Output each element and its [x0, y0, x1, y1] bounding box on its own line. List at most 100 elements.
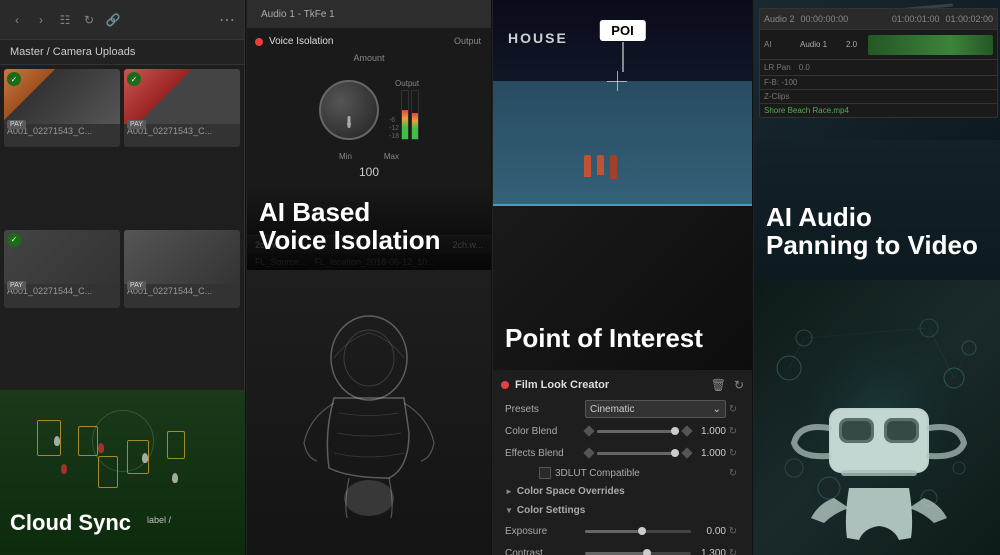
flc-reset-icon[interactable]: ↻ [734, 378, 744, 392]
chevron-down-icon[interactable]: ‹ [8, 11, 26, 29]
chevron-up-icon[interactable]: › [32, 11, 50, 29]
exposure-fill [585, 530, 638, 533]
astronaut-wireframe-svg [279, 303, 459, 523]
flc-color-blend-fill [597, 430, 679, 433]
thumb-image-1 [4, 69, 120, 124]
flc-color-blend-label: Color Blend [505, 426, 585, 437]
ae-title: Audio 2 [764, 14, 795, 24]
contrast-thumb [643, 549, 651, 555]
active-indicator [255, 38, 263, 46]
thumb-image-2 [124, 69, 240, 124]
ae-z-controls: Z-Clips [760, 89, 997, 103]
flc-color-blend-slider-area [585, 427, 691, 435]
refresh-icon[interactable]: ↻ [80, 11, 98, 29]
film-look-creator-section: Film Look Creator 🗑 ↻ Presets Cinematic … [493, 370, 752, 555]
pay-badge-4: PAY [127, 281, 146, 290]
media-thumb-1[interactable]: ✓ PAY A001_02271543_C... [4, 69, 120, 147]
voice-isolation-section: Audio 1 - TkFe 1 Voice Isolation Output … [247, 0, 491, 270]
flc-presets-row: Presets Cinematic ⌄ ↻ [501, 398, 744, 420]
flc-color-blend-thumb [671, 427, 679, 435]
more-icon[interactable]: ⋯ [218, 11, 236, 29]
flc-effects-blend-slider[interactable] [597, 452, 679, 455]
flc-title-area: Film Look Creator [501, 379, 609, 391]
media-thumb-2[interactable]: ✓ PAY A001_02271543_C... [124, 69, 240, 147]
ae-waveform-fill [868, 35, 993, 55]
level-meters: Output -6 -12 -18 [389, 79, 419, 140]
output-label: Output [454, 36, 481, 46]
sdlut-reset[interactable]: ↻ [726, 466, 740, 480]
ai-voice-title: AI Based Voice Isolation [259, 198, 479, 255]
poi-title: Point of Interest [505, 323, 703, 354]
ae-filename-text: Shore Beach Race.mp4 [764, 106, 849, 115]
color-settings-title: Color Settings [517, 505, 585, 516]
astronaut-section [247, 270, 491, 555]
poi-label: POI [599, 20, 645, 41]
flc-presets-reset[interactable]: ↻ [726, 402, 740, 416]
flc-color-blend-slider[interactable] [597, 430, 679, 433]
ae-z-clips-label: Z-Clips [764, 92, 789, 101]
ae-controls: LR Pan 0.0 [760, 59, 997, 75]
thumb-image-3 [4, 230, 120, 285]
flc-color-blend-diamond[interactable] [583, 425, 594, 436]
db-labels: -6 -12 -18 [389, 117, 399, 140]
flc-effects-blend-value: 1.000 [691, 448, 726, 459]
flc-color-blend-reset[interactable]: ↻ [726, 424, 740, 438]
poi-video-area: HOUSE POI Point of Interest [493, 0, 752, 370]
flc-presets-select[interactable]: Cinematic ⌄ [585, 400, 726, 418]
color-space-header[interactable]: ► Color Space Overrides [501, 482, 744, 501]
ae-waveform-main [868, 35, 993, 55]
flc-effects-blend-label: Effects Blend [505, 448, 585, 459]
detection-box-5 [98, 456, 118, 488]
link-icon[interactable]: 🔗 [104, 11, 122, 29]
amount-value: 100 [359, 165, 379, 179]
flc-effects-blend-reset[interactable]: ↻ [726, 446, 740, 460]
knob-indicator [347, 122, 351, 126]
output-label-2: Output [389, 79, 419, 88]
detection-box-2 [78, 426, 98, 456]
house-sign: HOUSE [508, 30, 568, 46]
media-browser: ‹ › ☷ ↻ 🔗 ⋯ Master / Camera Uploads ✓ PA… [0, 0, 245, 390]
poi-connector-line [622, 42, 623, 72]
amount-knob[interactable] [319, 80, 379, 140]
detection-box-4 [167, 431, 185, 459]
breadcrumb: Master / Camera Uploads [0, 40, 244, 65]
exposure-slider[interactable] [585, 530, 691, 533]
flc-effects-blend-fill [597, 452, 679, 455]
max-label: Max [384, 152, 399, 161]
media-thumb-4[interactable]: PAY A001_02271544_C... [124, 230, 240, 308]
flc-actions: 🗑 ↻ [711, 378, 744, 392]
flc-chevron-icon: ⌄ [713, 404, 721, 415]
grid-icon[interactable]: ☷ [56, 11, 74, 29]
flc-effects-blend-diamond[interactable] [583, 447, 594, 458]
contrast-value: 1.300 [691, 548, 726, 555]
vr-section [754, 280, 1000, 555]
exposure-reset[interactable]: ↻ [726, 524, 740, 538]
exposure-thumb [638, 527, 646, 535]
sdlut-checkbox-area: 3DLUT Compatible ↻ [501, 464, 744, 482]
flc-header: Film Look Creator 🗑 ↻ [501, 378, 744, 392]
ae-time-end: 01:00:02:00 [945, 14, 993, 24]
check-badge-2: ✓ [127, 72, 141, 86]
ai-voice-label-area: AI Based Voice Isolation [247, 183, 491, 270]
ae-time-mid: 01:00:01:00 [892, 14, 940, 24]
level-fill-R [412, 113, 418, 139]
ae-lr-pan-label: LR Pan [764, 63, 791, 72]
ae-time-start: 00:00:00:00 [801, 14, 849, 24]
check-badge-1: ✓ [7, 72, 21, 86]
color-settings-header[interactable]: ▼ Color Settings [501, 501, 744, 520]
contrast-slider[interactable] [585, 552, 691, 555]
sdlut-checkbox[interactable] [539, 467, 551, 479]
astronaut-bg [247, 270, 491, 555]
flc-active-dot [501, 381, 509, 389]
contrast-label: Contrast [505, 548, 585, 555]
level-bar-L [401, 90, 409, 140]
contrast-slider-area [585, 552, 691, 555]
player-4 [61, 464, 67, 474]
player-2 [98, 443, 104, 453]
color-space-arrow-icon: ► [505, 487, 513, 496]
media-thumb-3[interactable]: ✓ PAY A001_02271544_C... [4, 230, 120, 308]
min-label: Min [339, 152, 352, 161]
ai-audio-label-area: AI Audio Panning to Video [766, 203, 978, 260]
flc-delete-icon[interactable]: 🗑 [711, 378, 726, 392]
contrast-reset[interactable]: ↻ [726, 546, 740, 555]
